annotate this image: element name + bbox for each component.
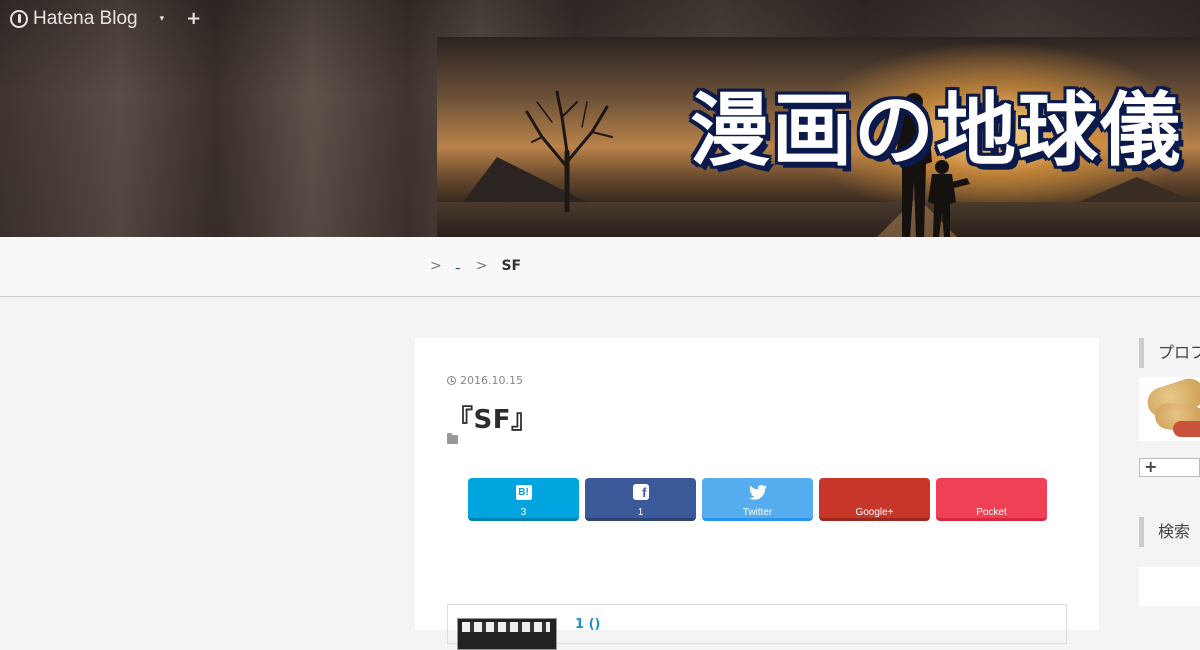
hatena-logo-icon	[10, 9, 28, 28]
hatena-bookmark-icon: B!	[515, 484, 532, 500]
folder-icon	[447, 433, 458, 444]
header-banner-image[interactable]: 漫画の地球儀	[437, 37, 1200, 237]
global-header-bar: Hatena Blog ▾ +	[0, 0, 1200, 37]
related-book-card[interactable]: 1 ()	[447, 604, 1067, 650]
blog-header: Hatena Blog ▾ + 漫画の地球儀	[0, 0, 1200, 237]
share-buttons: B! 3 f 1 Twitter Google+ Pocket	[468, 478, 1053, 521]
breadcrumb-separator: >	[430, 258, 442, 274]
share-label: Google+	[855, 507, 894, 518]
breadcrumb-parent-link[interactable]: _	[456, 260, 462, 272]
twitter-share-button[interactable]: Twitter	[702, 478, 813, 521]
twitter-icon	[748, 484, 767, 500]
facebook-icon: f	[632, 484, 649, 500]
follow-button[interactable]: +	[1139, 458, 1200, 477]
facebook-share-button[interactable]: f 1	[585, 478, 696, 521]
entry-article: 2016.10.15 『SF』 B! 3 f 1 Twitter Google+…	[415, 338, 1099, 650]
breadcrumb-current: SF	[501, 258, 522, 274]
book-cover-thumbnail[interactable]	[457, 618, 557, 650]
breadcrumb: > _ > SF	[430, 258, 521, 274]
plus-icon[interactable]: +	[186, 8, 201, 29]
entry-date-text: 2016.10.15	[460, 374, 523, 387]
share-count: 1	[637, 507, 644, 518]
sidebar-heading-profile: プロフィール	[1139, 338, 1200, 368]
banner-tree	[525, 90, 613, 212]
share-count: 3	[520, 507, 527, 518]
chevron-down-icon[interactable]: ▾	[160, 14, 165, 24]
share-label: Pocket	[976, 507, 1007, 518]
pocket-share-button[interactable]: Pocket	[936, 478, 1047, 521]
breadcrumb-separator: >	[475, 258, 488, 274]
hatena-bookmark-button[interactable]: B! 3	[468, 478, 579, 521]
google-plus-share-button[interactable]: Google+	[819, 478, 930, 521]
sidebar-search-box[interactable]	[1139, 567, 1200, 606]
hatena-blog-logo[interactable]: Hatena Blog	[10, 8, 138, 30]
clock-icon	[447, 376, 456, 385]
entry-title[interactable]: 『SF』	[447, 399, 538, 436]
entry-date[interactable]: 2016.10.15	[447, 374, 523, 387]
sidebar-heading-search: 検索	[1139, 517, 1200, 547]
hatena-blog-brand: Hatena Blog	[33, 7, 138, 29]
share-label: Twitter	[742, 507, 773, 518]
blog-title[interactable]: 漫画の地球儀	[690, 91, 1182, 171]
profile-avatar[interactable]	[1139, 377, 1200, 441]
breadcrumb-bar: > _ > SF	[0, 237, 1200, 297]
